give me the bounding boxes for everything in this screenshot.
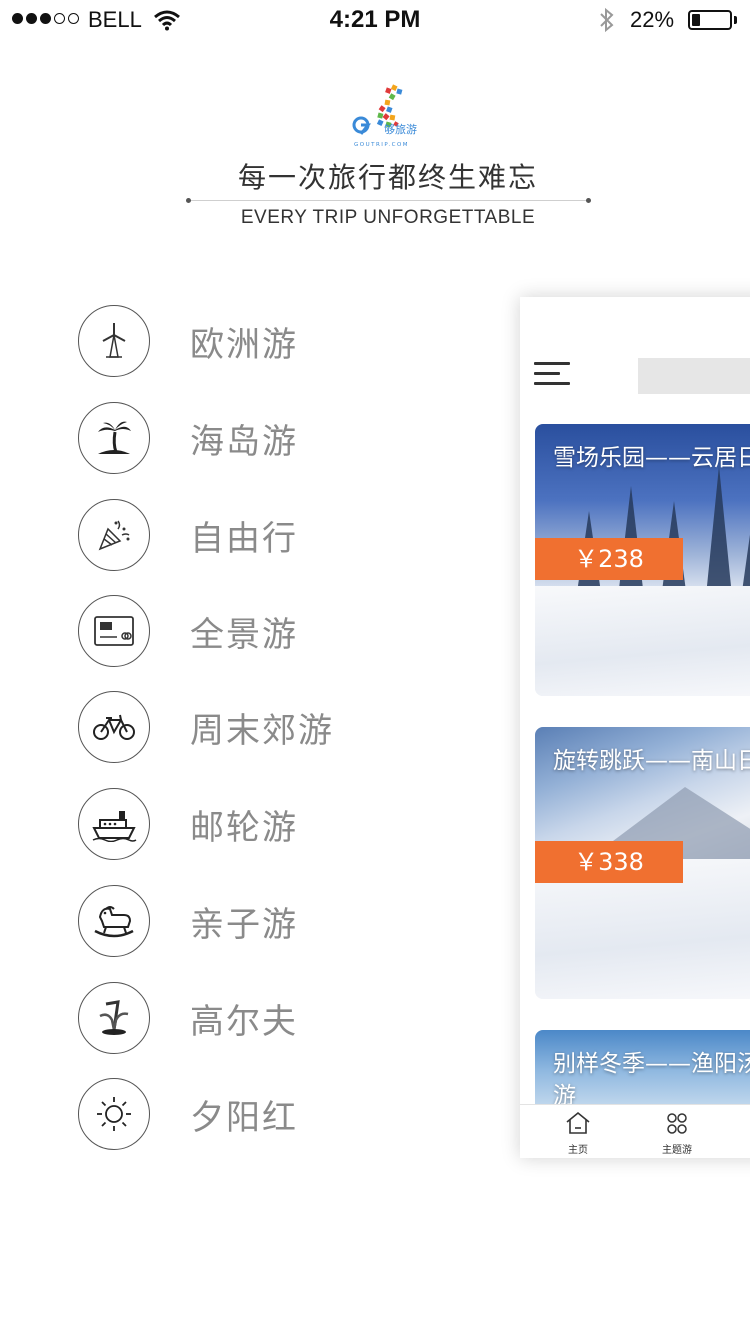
- menu-label: 周末郊游: [190, 710, 334, 751]
- menu-item-cruise[interactable]: 邮轮游: [78, 786, 378, 862]
- slogan-divider: [188, 200, 588, 201]
- tab-label: 主页: [568, 1145, 588, 1156]
- status-bar: BELL 4:21 PM 22%: [0, 0, 750, 40]
- divider-dot-right: [586, 198, 591, 203]
- menu-label: 邮轮游: [190, 807, 298, 848]
- menu-item-free-travel[interactable]: 自由行: [78, 497, 378, 573]
- price-tag: ￥338: [535, 841, 683, 883]
- tab-bar: 主页 主题游: [520, 1104, 750, 1158]
- tour-card[interactable]: 雪场乐园——云居日游 ￥238: [535, 424, 750, 696]
- menu-label: 亲子游: [190, 904, 298, 945]
- battery-cap: [734, 16, 737, 24]
- tour-card[interactable]: 旋转跳跃——南山日游 ￥338: [535, 727, 750, 999]
- price-tag: ￥238: [535, 538, 683, 580]
- menu-label: 欧洲游: [190, 324, 298, 365]
- slogan-chinese: 每一次旅行都终生难忘: [237, 161, 538, 194]
- battery-fill: [692, 14, 700, 26]
- tab-themes[interactable]: 主题游: [647, 1111, 707, 1156]
- menu-label: 自由行: [190, 518, 298, 559]
- windmill-icon: [78, 305, 150, 377]
- card-icon: [78, 595, 150, 667]
- tree-decoration: [705, 466, 733, 606]
- menu-label: 夕阳红: [190, 1097, 298, 1138]
- menu-label: 海岛游: [190, 421, 298, 462]
- menu-icon[interactable]: [534, 360, 570, 388]
- bluetooth-icon: [600, 7, 614, 33]
- card-title: 别样冬季——渔阳汤二日游: [553, 1051, 750, 1109]
- menu-item-europe[interactable]: 欧洲游: [78, 303, 378, 379]
- menu-item-panorama[interactable]: 全景游: [78, 593, 378, 669]
- tab-label: 主题游: [662, 1145, 692, 1156]
- menu-label: 全景游: [190, 614, 298, 655]
- cruise-ship-icon: [78, 788, 150, 860]
- rocking-horse-icon: [78, 885, 150, 957]
- palm-tree-icon: [78, 402, 150, 474]
- logo-text: 够旅游: [384, 122, 417, 136]
- main-screen-preview[interactable]: 雪场乐园——云居日游 ￥238 旋转跳跃——南山日游 ￥338 别样冬季——渔阳…: [520, 297, 750, 1158]
- menu-item-weekend[interactable]: 周末郊游: [78, 689, 378, 765]
- menu-item-family[interactable]: 亲子游: [78, 883, 378, 959]
- battery-percentage: 22%: [630, 7, 675, 32]
- battery-icon: [688, 10, 732, 30]
- snow-slope: [535, 586, 750, 696]
- party-popper-icon: [78, 499, 150, 571]
- bicycle-icon: [78, 691, 150, 763]
- golf-clubs-icon: [78, 982, 150, 1054]
- grid-dots-icon: [667, 1113, 687, 1134]
- menu-item-island[interactable]: 海岛游: [78, 400, 378, 476]
- logo-subtext: GOUTRIP.COM: [354, 142, 409, 148]
- sun-icon: [78, 1078, 150, 1150]
- menu-item-senior[interactable]: 夕阳红: [78, 1076, 378, 1152]
- menu-label: 高尔夫: [190, 1001, 298, 1042]
- tab-home[interactable]: 主页: [548, 1111, 608, 1156]
- divider-dot-left: [186, 198, 191, 203]
- card-title: 旋转跳跃——南山日游: [553, 748, 750, 774]
- menu-item-golf[interactable]: 高尔夫: [78, 980, 378, 1056]
- giraffe-logo: 够旅游 GOUTRIP.COM: [352, 84, 417, 148]
- card-title: 雪场乐园——云居日游: [553, 445, 750, 471]
- slogan-english: EVERY TRIP UNFORGETTABLE: [240, 207, 536, 228]
- home-icon: [566, 1111, 590, 1134]
- search-input[interactable]: [638, 358, 750, 394]
